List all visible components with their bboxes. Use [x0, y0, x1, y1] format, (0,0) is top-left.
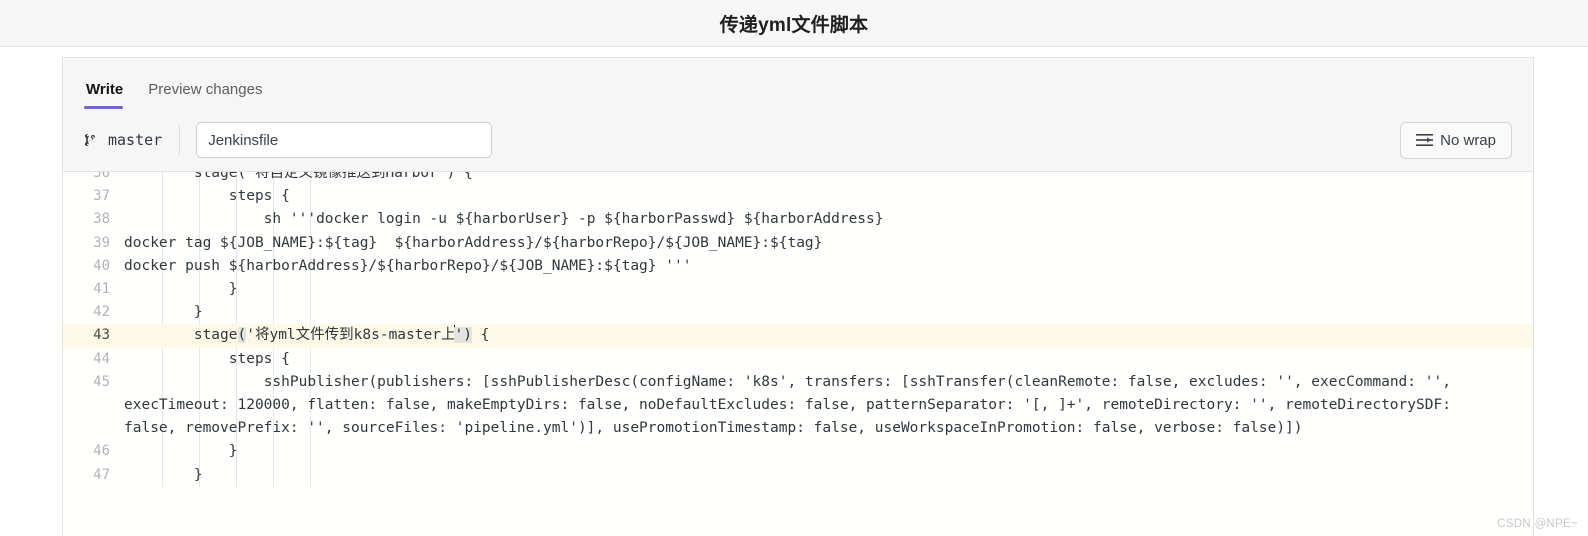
no-wrap-button[interactable]: No wrap — [1400, 121, 1512, 159]
text-wrap-icon — [1416, 133, 1434, 147]
code-line[interactable]: 42 } — [63, 301, 1533, 324]
line-number: 39 — [93, 234, 110, 251]
file-editor-card: Write Preview changes master Jenkinsfile… — [62, 57, 1534, 536]
editor-meta-row: master No wrap — [63, 109, 1533, 171]
line-content[interactable]: } — [124, 278, 1533, 301]
line-number: 38 — [93, 211, 110, 228]
line-content[interactable]: sh '''docker login -u ${harborUser} -p $… — [124, 208, 1533, 231]
line-number: 44 — [93, 350, 110, 367]
line-content[interactable]: stage('将自定义镜像推送到Harbor') { — [124, 172, 1533, 185]
page-title: 传递yml文件脚本 — [719, 14, 869, 36]
line-content[interactable]: steps { — [124, 348, 1533, 371]
code-line[interactable]: 45 sshPublisher(publishers: [sshPublishe… — [63, 371, 1533, 441]
filename-input[interactable] — [196, 122, 493, 158]
code-line[interactable]: 37 steps { — [63, 185, 1533, 208]
code-line[interactable]: 40 docker push ${harborAddress}/${harbor… — [63, 255, 1533, 278]
watermark: CSDN @NPE~ — [1497, 518, 1578, 530]
code-line[interactable]: 41 } — [63, 278, 1533, 301]
line-content[interactable]: } — [124, 440, 1533, 463]
no-wrap-label: No wrap — [1440, 131, 1496, 149]
line-content[interactable]: docker push ${harborAddress}/${harborRep… — [124, 255, 1533, 278]
line-content[interactable]: } — [124, 464, 1533, 487]
line-number: 45 — [93, 373, 110, 390]
code-line[interactable]: 47 } — [63, 464, 1533, 487]
line-number: 41 — [93, 281, 110, 298]
code-line[interactable]: 38 sh '''docker login -u ${harborUser} -… — [63, 208, 1533, 231]
line-number: 40 — [93, 257, 110, 274]
line-content[interactable]: steps { — [124, 185, 1533, 208]
code-editor[interactable]: 36 stage('将自定义镜像推送到Harbor') { 37 steps {… — [63, 171, 1533, 536]
line-content[interactable]: sshPublisher(publishers: [sshPublisherDe… — [124, 371, 1533, 441]
branch-indicator[interactable]: master — [84, 131, 179, 149]
code-line-active[interactable]: 43 stage('将yml文件传到k8s-master上') { — [63, 324, 1533, 348]
line-content[interactable]: docker tag ${JOB_NAME}:${tag} ${harborAd… — [124, 232, 1533, 255]
line-number: 47 — [93, 466, 110, 483]
line-number: 36 — [93, 171, 110, 181]
code-line[interactable]: 39 docker tag ${JOB_NAME}:${tag} ${harbo… — [63, 232, 1533, 255]
code-line[interactable]: 44 steps { — [63, 348, 1533, 371]
page-header: 传递yml文件脚本 — [0, 0, 1588, 47]
line-content[interactable]: } — [124, 301, 1533, 324]
line-number: 43 — [93, 327, 110, 344]
branch-icon — [84, 132, 99, 148]
meta-divider — [179, 125, 181, 155]
line-content-active[interactable]: stage('将yml文件传到k8s-master上') { — [124, 324, 1533, 347]
tab-preview-changes[interactable]: Preview changes — [146, 81, 271, 109]
code-line[interactable]: 36 stage('将自定义镜像推送到Harbor') { — [63, 171, 1533, 185]
code-line[interactable]: 46 } — [63, 440, 1533, 463]
editor-tab-bar: Write Preview changes — [63, 58, 1533, 109]
code-scroll-container: 36 stage('将自定义镜像推送到Harbor') { 37 steps {… — [63, 171, 1533, 487]
tab-write[interactable]: Write — [84, 81, 132, 109]
line-number: 42 — [93, 304, 110, 321]
line-number: 46 — [93, 443, 110, 460]
branch-name: master — [108, 131, 163, 149]
line-number: 37 — [93, 188, 110, 205]
